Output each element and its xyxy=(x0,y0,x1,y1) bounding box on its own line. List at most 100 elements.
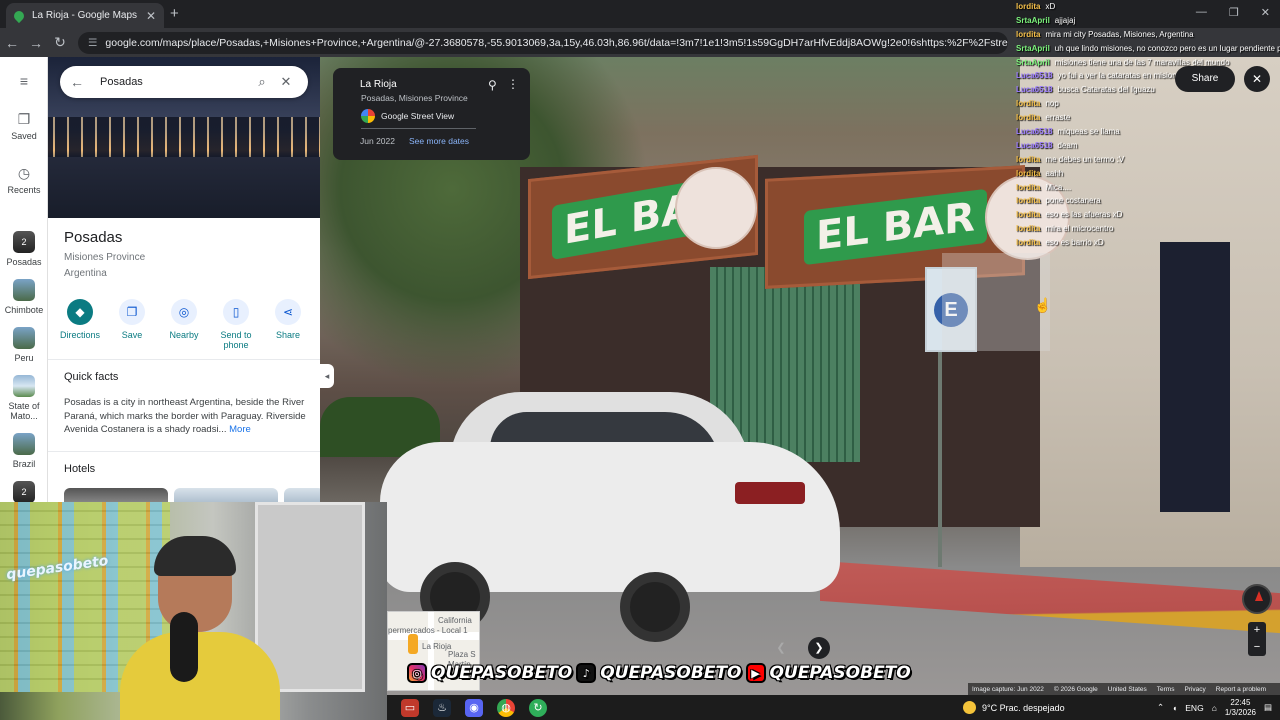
browser-tab[interactable]: La Rioja - Google Maps ✕ xyxy=(6,3,164,28)
maps-side-rail: ≡ ❐ Saved ◷ Recents 2 Posadas Chimbote P… xyxy=(0,57,48,503)
chat-text: pone costanera xyxy=(1045,196,1101,206)
chat-username: Luca6518 xyxy=(1016,71,1053,81)
chat-text: miqueas se llama xyxy=(1057,127,1120,137)
chat-message: Luca6518 deam xyxy=(1016,141,1280,155)
chat-text: aahh xyxy=(1045,168,1064,178)
chat-message: lordita Mica.... xyxy=(1016,183,1280,197)
street-view-source: Google Street View xyxy=(361,108,476,124)
menu-button[interactable]: ≡ xyxy=(0,73,48,93)
bookmark-icon: ❐ xyxy=(119,299,145,325)
rail-saved[interactable]: ❐ Saved xyxy=(0,111,48,141)
zoom-in-button[interactable]: + xyxy=(1248,622,1266,639)
next-arrow-button[interactable]: ❯ xyxy=(808,637,830,659)
chat-text: xD xyxy=(1045,2,1056,11)
hotel-thumbnail[interactable] xyxy=(174,488,278,502)
chat-text: me debes un termo :V xyxy=(1045,154,1125,164)
chat-message: lordita nop xyxy=(1016,99,1280,113)
send-to-phone-button[interactable]: ▯ Send to phone xyxy=(212,299,260,350)
more-options-icon[interactable]: ⋮ xyxy=(507,77,519,91)
quick-facts-body: Posadas is a city in northeast Argentina… xyxy=(64,397,306,435)
weather-text: 9°C Prac. despejado xyxy=(982,702,1065,713)
nearby-button[interactable]: ◎ Nearby xyxy=(160,299,208,350)
collapse-panel-button[interactable]: ◂ xyxy=(320,364,334,388)
search-input[interactable]: Posadas xyxy=(90,76,250,88)
screen: La Rioja - Google Maps ✕ + — ❐ ✕ ← → ↻ ☰… xyxy=(0,0,1280,720)
discord-icon[interactable]: ◉ xyxy=(465,698,483,717)
site-info-icon[interactable]: ☰ xyxy=(88,37,97,49)
street-view-share-button[interactable]: Share xyxy=(1175,66,1235,92)
forward-arrow-icon[interactable]: → xyxy=(24,35,48,51)
recent-label: Posadas xyxy=(6,257,42,267)
mouse-cursor-icon: ☝ xyxy=(1034,297,1052,313)
country-link[interactable]: United States xyxy=(1108,686,1147,693)
hotel-thumbnail[interactable] xyxy=(64,488,168,502)
youtube-handle: QUEPASOBETO xyxy=(769,663,911,683)
hotel-thumbnail[interactable] xyxy=(284,488,320,502)
report-problem-link[interactable]: Report a problem xyxy=(1216,686,1266,693)
chrome-icon[interactable]: ◍ xyxy=(497,698,515,717)
zoom-out-button[interactable]: − xyxy=(1248,639,1266,656)
clock[interactable]: 22:45 1/3/2026 xyxy=(1225,698,1256,718)
compass-icon[interactable] xyxy=(1242,584,1272,614)
chat-username: lordita xyxy=(1016,238,1041,248)
instagram-icon: ◎ xyxy=(407,663,427,683)
back-arrow-icon[interactable]: ← xyxy=(70,74,90,90)
divider xyxy=(361,128,476,129)
capture-date: Jun 2022 xyxy=(360,136,395,146)
chat-message: lordita erraste xyxy=(1016,113,1280,127)
terms-link[interactable]: Terms xyxy=(1157,686,1175,693)
back-arrow-icon[interactable]: ← xyxy=(0,35,24,51)
rail-recents[interactable]: ◷ Recents xyxy=(0,165,48,195)
taskbar-app-icon[interactable]: ↻ xyxy=(529,698,547,717)
network-icon[interactable]: ⌂ xyxy=(1212,703,1217,713)
clear-icon[interactable]: ✕ xyxy=(274,74,298,90)
chat-message: lordita me debes un termo :V xyxy=(1016,155,1280,169)
tray-expand-icon[interactable]: ⌃ xyxy=(1157,702,1164,713)
chat-text: yo fui a ver la cataratas en misiones xyxy=(1057,71,1186,81)
action-label: phone xyxy=(223,340,249,350)
see-more-dates-link[interactable]: See more dates xyxy=(409,136,469,146)
location-pin-icon[interactable]: ⚲ xyxy=(488,78,497,92)
volume-icon[interactable]: ◖ xyxy=(1172,703,1177,713)
notification-icon[interactable]: ▤ xyxy=(1264,702,1272,713)
weather-icon xyxy=(963,701,976,714)
map-footer: Image capture: Jun 2022 © 2026 Google Un… xyxy=(968,683,1280,695)
rail-recent-chimbote[interactable]: Chimbote xyxy=(0,279,48,315)
more-link[interactable]: More xyxy=(229,424,251,435)
weather-widget[interactable]: 9°C Prac. despejado xyxy=(963,695,1065,720)
rail-recent-peru[interactable]: Peru xyxy=(0,327,48,363)
tab-close-icon[interactable]: ✕ xyxy=(146,9,156,23)
rail-recent-mato[interactable]: State of Mato... xyxy=(0,375,48,421)
language-indicator[interactable]: ENG xyxy=(1185,703,1203,713)
map-label: Plaza S xyxy=(448,650,476,659)
chat-message: SrtaApril uh que lindo misiones, no conoz… xyxy=(1016,44,1280,58)
system-tray: ⌃ ◖ ENG ⌂ 22:45 1/3/2026 ▤ xyxy=(1157,695,1272,720)
streamer xyxy=(120,536,280,720)
clock-date: 1/3/2026 xyxy=(1224,707,1256,717)
action-label: Share xyxy=(275,330,301,340)
url-text: google.com/maps/place/Posadas,+Misiones+… xyxy=(105,36,1008,49)
privacy-link[interactable]: Privacy xyxy=(1184,686,1205,693)
google-logo-icon xyxy=(361,109,375,123)
share-button[interactable]: ⋖ Share xyxy=(264,299,312,350)
taskbar-app-icon[interactable]: ▭ xyxy=(401,698,419,717)
rail-recent-posadas[interactable]: 2 Posadas xyxy=(0,231,48,267)
search-icon[interactable]: ⌕ xyxy=(250,74,274,90)
rail-recent-brazil[interactable]: Brazil xyxy=(0,433,48,469)
pegman-icon[interactable] xyxy=(408,634,418,654)
action-label: Directions xyxy=(59,330,100,340)
close-street-view-button[interactable]: ✕ xyxy=(1244,66,1270,92)
chat-username: SrtaApril xyxy=(1016,15,1050,25)
search-box[interactable]: ← Posadas ⌕ ✕ xyxy=(60,66,308,98)
directions-button[interactable]: ◆ Directions xyxy=(56,299,104,350)
webcam-feed: quepasobeto xyxy=(0,502,387,720)
city-skyline xyxy=(48,117,320,157)
divider xyxy=(48,451,320,452)
steam-icon[interactable]: ♨ xyxy=(433,698,451,717)
previous-arrow-button[interactable]: ❮ xyxy=(770,637,792,659)
save-button[interactable]: ❐ Save xyxy=(108,299,156,350)
address-bar[interactable]: ☰ google.com/maps/place/Posadas,+Misione… xyxy=(78,31,1008,54)
new-tab-button[interactable]: + xyxy=(170,5,179,22)
reload-icon[interactable]: ↻ xyxy=(48,34,72,51)
chat-text: mira el microcentro xyxy=(1045,224,1114,234)
